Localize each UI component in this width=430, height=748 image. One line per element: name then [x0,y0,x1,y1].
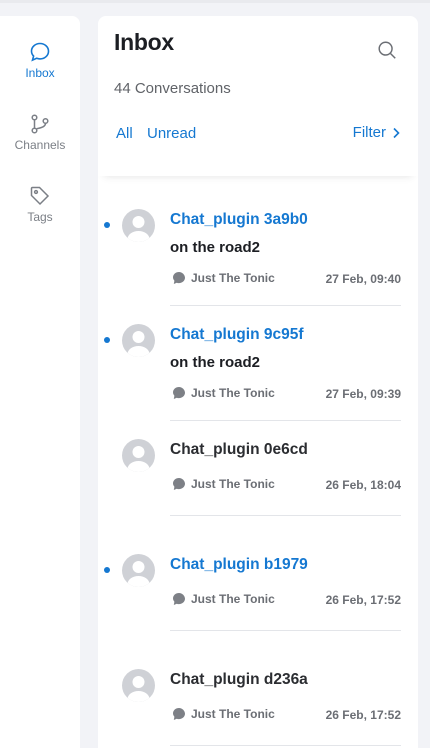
conversation-source: Just The Tonic [172,477,275,491]
divider [170,630,401,631]
conversation-name: Chat_plugin 3a9b0 [170,211,308,228]
chat-bubble-icon [30,42,50,62]
conversation-time: 26 Feb, 18:04 [325,478,401,492]
unread-indicator [104,222,110,228]
conversation-name: Chat_plugin b1979 [170,556,308,573]
tab-all[interactable]: All [116,125,133,142]
chat-plugin-icon [173,478,185,490]
unread-indicator [104,337,110,343]
top-border [0,0,430,3]
avatar [122,669,155,702]
conversation-item[interactable]: Chat_plugin 3a9b0 on the road2 Just The … [98,191,418,306]
conversation-source: Just The Tonic [172,592,275,606]
chevron-right-icon [393,127,400,138]
sidebar: Inbox Channels Tags [0,16,80,748]
conversation-source: Just The Tonic [172,386,275,400]
search-icon[interactable] [376,39,398,61]
conversation-item[interactable]: Chat_plugin d236a Just The Tonic 26 Feb,… [98,651,418,748]
conversation-name: Chat_plugin 9c95f [170,326,304,343]
branch-icon [31,114,49,134]
chat-plugin-icon [173,387,185,399]
chat-plugin-icon [173,708,185,720]
avatar [122,324,155,357]
sidebar-item-inbox[interactable]: Inbox [0,40,80,80]
conversation-time: 27 Feb, 09:40 [325,272,401,286]
page-title: Inbox [114,29,174,55]
divider [170,515,401,516]
divider [170,745,401,746]
conversation-name: Chat_plugin 0e6cd [170,441,308,458]
conversation-time: 27 Feb, 09:39 [325,387,401,401]
sidebar-item-label: Tags [27,210,53,224]
conversation-item[interactable]: Chat_plugin b1979 Just The Tonic 26 Feb,… [98,536,418,651]
chat-plugin-icon [173,272,185,284]
filter-button[interactable]: Filter [353,124,400,141]
conversation-time: 26 Feb, 17:52 [325,708,401,722]
avatar [122,554,155,587]
unread-indicator [104,567,110,573]
inbox-header: Inbox 44 Conversations All Unread Filter [98,16,418,176]
sidebar-item-label: Inbox [25,66,55,80]
conversation-time: 26 Feb, 17:52 [325,593,401,607]
tag-icon [30,186,50,206]
avatar [122,209,155,242]
conversation-source: Just The Tonic [172,271,275,285]
sidebar-item-label: Channels [14,138,66,152]
conversation-preview: on the road2 [170,354,261,371]
conversation-item[interactable]: Chat_plugin 9c95f on the road2 Just The … [98,306,418,421]
conversation-item[interactable]: Chat_plugin 0e6cd Just The Tonic 26 Feb,… [98,421,418,536]
sidebar-item-tags[interactable]: Tags [0,184,80,224]
avatar [122,439,155,472]
conversation-count: 44 Conversations [114,80,231,97]
inbox-panel: Inbox 44 Conversations All Unread Filter… [98,16,418,748]
conversation-name: Chat_plugin d236a [170,671,308,688]
sidebar-item-channels[interactable]: Channels [0,112,80,152]
tab-unread[interactable]: Unread [147,125,196,142]
chat-plugin-icon [173,593,185,605]
conversation-preview: on the road2 [170,239,261,256]
filter-label: Filter [352,124,386,141]
conversation-source: Just The Tonic [172,707,275,721]
